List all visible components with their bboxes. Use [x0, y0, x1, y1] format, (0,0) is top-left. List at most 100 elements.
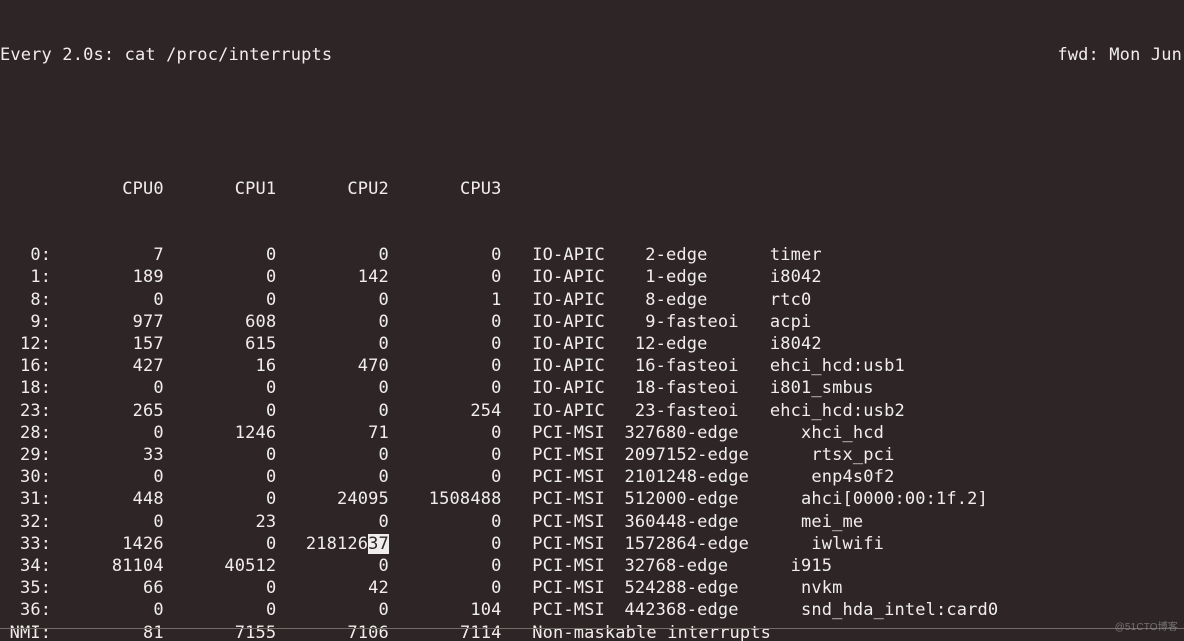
irq-source: 1-edge i8042 — [614, 266, 822, 288]
header-irq-blank — [0, 178, 51, 200]
padding — [501, 444, 532, 466]
irq-source: 327680-edge xhci_hcd — [614, 422, 884, 444]
watch-command: Every 2.0s: cat /proc/interrupts — [0, 44, 332, 66]
padding — [501, 533, 532, 555]
irq-label: 34: — [0, 555, 51, 577]
irq-label: 23: — [0, 400, 51, 422]
padding — [501, 266, 532, 288]
cpu0-value: 66 — [51, 577, 164, 599]
table-row: 32:02300 PCI-MSI 360448-edge mei_me — [0, 511, 1184, 533]
padding — [501, 577, 532, 599]
watch-timestamp: fwd: Mon Jun — [1057, 44, 1182, 66]
cpu3-value: 0 — [389, 511, 502, 533]
irq-label: 18: — [0, 377, 51, 399]
cpu1-value: 0 — [164, 377, 277, 399]
irq-label: 1: — [0, 266, 51, 288]
table-row: 35:660420 PCI-MSI 524288-edge nvkm — [0, 577, 1184, 599]
cpu1-value: 0 — [164, 533, 277, 555]
cpu1-value: 0 — [164, 266, 277, 288]
table-row: 29:33000 PCI-MSI 2097152-edge rtsx_pci — [0, 444, 1184, 466]
padding — [501, 599, 532, 621]
irq-controller: IO-APIC — [532, 333, 614, 355]
irq-label: 35: — [0, 577, 51, 599]
padding — [501, 466, 532, 488]
irq-source: 2-edge timer — [614, 244, 822, 266]
cpu3-value: 0 — [389, 555, 502, 577]
cpu0-value: 189 — [51, 266, 164, 288]
irq-label: 12: — [0, 333, 51, 355]
cpu2-value: 0 — [276, 333, 389, 355]
irq-label: 28: — [0, 422, 51, 444]
irq-label: 36: — [0, 599, 51, 621]
padding — [501, 422, 532, 444]
cpu0-value: 265 — [51, 400, 164, 422]
blank-line — [0, 111, 1184, 133]
irq-controller: IO-APIC — [532, 377, 614, 399]
cpu0-value: 977 — [51, 311, 164, 333]
cpu3-value: 0 — [389, 444, 502, 466]
padding — [501, 511, 532, 533]
cpu0-value: 81 — [51, 622, 164, 641]
padding — [501, 333, 532, 355]
cpu0-value: 427 — [51, 355, 164, 377]
cpu0-value: 157 — [51, 333, 164, 355]
header-cpu3: CPU3 — [389, 178, 502, 200]
irq-controller: PCI-MSI — [532, 599, 614, 621]
table-row: 16:427164700 IO-APIC 16-fasteoi ehci_hcd… — [0, 355, 1184, 377]
irq-label: 30: — [0, 466, 51, 488]
irq-source: 32768-edge i915 — [614, 555, 832, 577]
cpu2-value: 71 — [276, 422, 389, 444]
table-row: 34:811044051200 PCI-MSI 32768-edge i915 — [0, 555, 1184, 577]
cpu2-value: 0 — [276, 400, 389, 422]
cpu2-value: 24095 — [276, 488, 389, 510]
header-cpu1: CPU1 — [164, 178, 277, 200]
cpu3-value: 0 — [389, 422, 502, 444]
watermark: @51CTO博客 — [1115, 617, 1178, 639]
irq-controller: IO-APIC — [532, 355, 614, 377]
cpu0-value: 0 — [51, 599, 164, 621]
cpu2-value: 470 — [276, 355, 389, 377]
cpu0-value: 1426 — [51, 533, 164, 555]
padding — [501, 488, 532, 510]
header-row: CPU0CPU1CPU2CPU3 — [0, 178, 1184, 200]
irq-source: 8-edge rtc0 — [614, 289, 811, 311]
irq-label: 16: — [0, 355, 51, 377]
irq-controller: PCI-MSI — [532, 488, 614, 510]
terminal-output: Every 2.0s: cat /proc/interrupts fwd: Mo… — [0, 0, 1184, 641]
cpu0-value: 0 — [51, 511, 164, 533]
irq-source: 442368-edge snd_hda_intel:card0 — [614, 599, 998, 621]
irq-label: NMI: — [0, 622, 51, 641]
cpu3-value: 0 — [389, 266, 502, 288]
divider — [0, 628, 1184, 629]
cpu3-value: 1 — [389, 289, 502, 311]
irq-source: 18-fasteoi i801_smbus — [614, 377, 874, 399]
irq-label: 9: — [0, 311, 51, 333]
cpu1-value: 0 — [164, 400, 277, 422]
irq-source: 12-edge i8042 — [614, 333, 822, 355]
table-row: 1:18901420 IO-APIC 1-edge i8042 — [0, 266, 1184, 288]
irq-source: 1572864-edge iwlwifi — [614, 533, 884, 555]
irq-label: 33: — [0, 533, 51, 555]
table-row: 31:4480240951508488 PCI-MSI 512000-edge … — [0, 488, 1184, 510]
irq-controller: PCI-MSI — [532, 444, 614, 466]
cpu1-value: 0 — [164, 599, 277, 621]
table-row: 18:0000 IO-APIC 18-fasteoi i801_smbus — [0, 377, 1184, 399]
cpu3-value: 7114 — [389, 622, 502, 641]
irq-source: 2101248-edge enp4s0f2 — [614, 466, 894, 488]
cpu0-value: 0 — [51, 466, 164, 488]
cpu3-value: 0 — [389, 311, 502, 333]
header-cpu2: CPU2 — [276, 178, 389, 200]
irq-label: 29: — [0, 444, 51, 466]
cpu2-value: 0 — [276, 444, 389, 466]
cpu0-value: 0 — [51, 422, 164, 444]
cpu0-value: 7 — [51, 244, 164, 266]
cpu1-value: 0 — [164, 577, 277, 599]
irq-source: 360448-edge mei_me — [614, 511, 863, 533]
table-row: 28:01246710 PCI-MSI 327680-edge xhci_hcd — [0, 422, 1184, 444]
cpu1-value: 0 — [164, 466, 277, 488]
cpu2-value: 0 — [276, 466, 389, 488]
table-row: 12:15761500 IO-APIC 12-edge i8042 — [0, 333, 1184, 355]
table-row: 33:14260218126370 PCI-MSI 1572864-edge i… — [0, 533, 1184, 555]
irq-controller: PCI-MSI — [532, 422, 614, 444]
cpu2-value: 0 — [276, 599, 389, 621]
